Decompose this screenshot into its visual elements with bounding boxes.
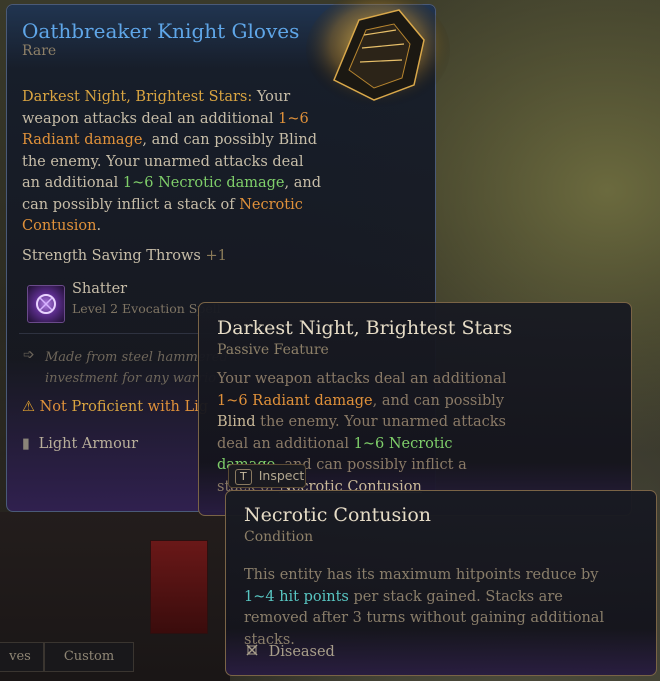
radiant-damage: 1~6 Radiant damage xyxy=(217,392,373,409)
stat-label: Strength Saving Throws xyxy=(22,248,201,264)
condition-description: This entity has its maximum hitpoints re… xyxy=(244,567,605,648)
item-passive-description: Darkest Night, Brightest Stars: Your wea… xyxy=(22,89,321,234)
blind-link[interactable]: Blind xyxy=(217,414,256,430)
condition-tooltip: Necrotic Contusion Condition This entity… xyxy=(225,490,657,676)
proficiency-warning: ⚠ Not Proficient with Lig xyxy=(22,399,209,415)
item-rarity: Rare xyxy=(22,43,57,59)
inspect-hint[interactable]: T Inspect xyxy=(228,464,306,488)
passive-title: Darkest Night, Brightest Stars xyxy=(217,317,513,339)
stat-value: +1 xyxy=(205,248,227,264)
spell-name[interactable]: Shatter xyxy=(72,279,127,301)
hitpoints-value: 1~4 hit points xyxy=(244,588,349,605)
tab-ves[interactable]: ves xyxy=(0,642,44,672)
stat-line: Strength Saving Throws +1 xyxy=(22,246,227,268)
passive-name[interactable]: Darkest Night, Brightest Stars: xyxy=(22,89,252,105)
item-name: Oathbreaker Knight Gloves xyxy=(22,19,300,43)
passive-subtitle: Passive Feature xyxy=(217,342,329,358)
shatter-spell-icon[interactable] xyxy=(27,285,65,323)
tab-custom[interactable]: Custom xyxy=(44,642,134,672)
condition-tag: Diseased xyxy=(244,642,335,662)
condition-title: Necrotic Contusion xyxy=(244,504,432,526)
shield-icon: ▮ xyxy=(22,436,30,452)
gloves-item-image xyxy=(304,0,452,110)
necrotic-damage: 1~6 Necrotic damage xyxy=(122,175,285,191)
armour-type: ▮ Light Armour xyxy=(22,436,139,452)
inspect-key: T xyxy=(235,469,252,485)
condition-subtitle: Condition xyxy=(244,529,314,545)
diseased-icon xyxy=(244,642,260,662)
inspect-label: Inspect xyxy=(258,468,305,483)
warning-icon: ⚠ xyxy=(22,399,35,415)
feather-icon: ➩ xyxy=(23,347,35,363)
portrait-slot xyxy=(150,540,208,634)
